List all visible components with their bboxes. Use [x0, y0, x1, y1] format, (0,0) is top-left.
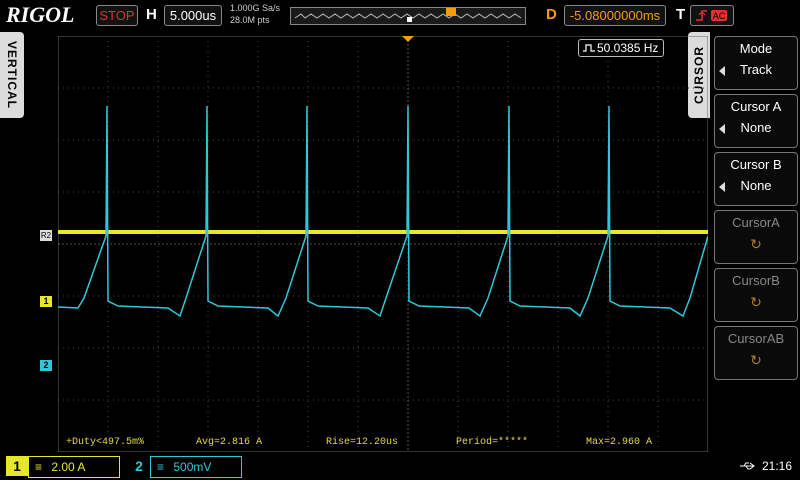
dc-coupling-icon: ≡ [35, 460, 43, 474]
knob-icon: ↻ [750, 236, 762, 252]
cursor-mode-button[interactable]: Mode Track [714, 36, 798, 90]
knob-icon: ↻ [750, 352, 762, 368]
waveform-grid [58, 36, 708, 452]
ref-r2-marker: R2 [40, 230, 52, 241]
dc-coupling-icon: ≡ [157, 460, 165, 474]
ch1-button[interactable]: 1 [6, 456, 28, 476]
trigger-point-marker [402, 36, 414, 42]
ch2-level-marker[interactable]: 2 [40, 360, 52, 371]
measurement-period: Period=***** [456, 437, 529, 448]
memory-overview-bar[interactable] [290, 7, 526, 25]
measurement-avg: Avg=2.816 A [196, 437, 263, 448]
clock: 21:16 [762, 459, 793, 473]
trigger-label: T [676, 6, 686, 23]
pulse-icon [583, 44, 595, 52]
cursor-a-button[interactable]: Cursor A None [714, 94, 798, 148]
vertical-tab[interactable]: VERTICAL [0, 32, 24, 118]
trigger-settings[interactable]: AC [690, 5, 734, 26]
measurement-duty: +Duty<497.5m% [66, 437, 145, 448]
frequency-counter: 50.0385 Hz [578, 39, 664, 57]
ch1-scale[interactable]: ≡ 2.00 A [28, 456, 120, 478]
measurement-max: Max=2.960 A [586, 437, 653, 448]
cursor-b-knob-button[interactable]: CursorB ↻ [714, 268, 798, 322]
ch2-trace [58, 105, 708, 318]
trigger-edge-icon: AC [696, 10, 727, 21]
cursor-a-knob-button[interactable]: CursorA ↻ [714, 210, 798, 264]
brand-logo: RIGOL [6, 2, 75, 27]
ch2-button[interactable]: 2 [128, 456, 150, 476]
delay-label: D [546, 6, 557, 23]
delay-value[interactable]: -5.08000000ms [564, 5, 666, 26]
memory-overview-waveform [294, 8, 522, 22]
measurement-rise: Rise=12.20us [326, 437, 399, 448]
sample-rate: 1.000G Sa/s [230, 3, 281, 13]
trigger-position-marker [446, 8, 456, 16]
usb-icon [740, 462, 755, 470]
horizontal-label: H [146, 6, 157, 23]
bottom-status-bar [0, 453, 800, 480]
ch2-scale[interactable]: ≡ 500mV [150, 456, 242, 478]
svg-text:AC: AC [713, 11, 726, 21]
run-stop-indicator[interactable]: STOP [96, 5, 138, 26]
memory-depth: 28.0M pts [230, 15, 270, 25]
knob-icon: ↻ [750, 294, 762, 310]
cursor-b-button[interactable]: Cursor B None [714, 152, 798, 206]
cursor-ab-knob-button[interactable]: CursorAB ↻ [714, 326, 798, 380]
timebase-value[interactable]: 5.000us [164, 5, 222, 26]
ch1-level-marker[interactable]: 1 [40, 296, 52, 307]
top-status-bar: RIGOL STOP H 5.000us 1.000G Sa/s 28.0M p… [0, 0, 800, 30]
